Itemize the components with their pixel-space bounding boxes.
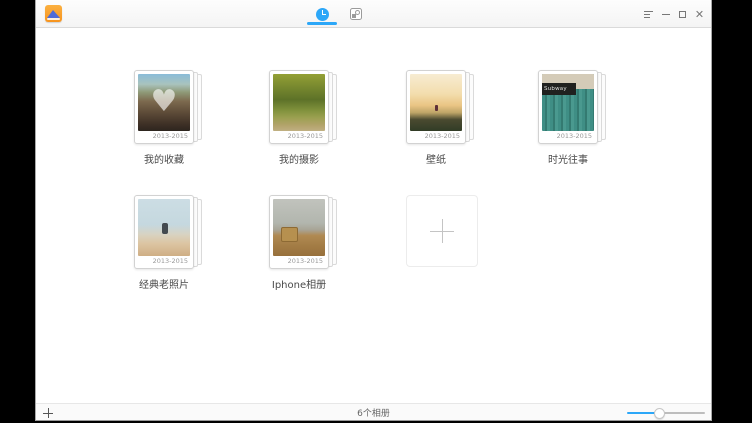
menu-button[interactable] (640, 2, 657, 26)
album-name: Iphone相册 (272, 276, 326, 291)
active-tab-underline (307, 22, 337, 25)
album-card[interactable]: 2013-2015 壁纸 (406, 70, 466, 168)
album-cover-photo (273, 199, 325, 256)
album-name: 我的收藏 (144, 151, 184, 166)
album-date-range: 2013-2015 (425, 132, 460, 140)
icon-strip (47, 18, 60, 20)
app-window: ✕ ♥ 2013-2015 我的收藏 2013-2015 我的摄影 (35, 0, 712, 421)
album-date-range: 2013-2015 (557, 132, 592, 140)
album-count-text: 6个相册 (36, 404, 711, 421)
app-logo-icon (45, 5, 62, 22)
close-button[interactable]: ✕ (691, 2, 708, 26)
album-cover: Subway 2013-2015 (538, 70, 598, 144)
album-cover-photo (273, 74, 325, 131)
add-album-tile[interactable] (406, 195, 478, 267)
album-date-range: 2013-2015 (288, 257, 323, 265)
album-cover: 2013-2015 (269, 70, 329, 144)
minimize-button[interactable] (657, 2, 674, 26)
album-date-range: 2013-2015 (153, 257, 188, 265)
title-bar[interactable]: ✕ (36, 0, 711, 28)
album-name: 时光往事 (548, 151, 588, 166)
heart-overlay-icon: ♥ (151, 86, 178, 116)
album-card[interactable]: 2013-2015 Iphone相册 (269, 195, 329, 293)
album-date-range: 2013-2015 (153, 132, 188, 140)
album-card[interactable]: 2013-2015 经典老照片 (134, 195, 194, 293)
status-bar: 6个相册 (36, 403, 711, 420)
maximize-icon (679, 11, 686, 18)
tab-timeline[interactable] (305, 0, 339, 28)
album-cover-photo (138, 199, 190, 256)
album-cover: 2013-2015 (269, 195, 329, 269)
album-card[interactable]: Subway 2013-2015 时光往事 (538, 70, 598, 168)
maximize-button[interactable] (674, 2, 691, 26)
tab-album[interactable] (339, 0, 373, 28)
slider-thumb[interactable] (654, 408, 665, 419)
album-card[interactable]: 2013-2015 我的摄影 (269, 70, 329, 168)
thumbnail-size-slider[interactable] (627, 404, 705, 421)
menu-icon (644, 11, 653, 18)
album-name: 壁纸 (426, 151, 446, 166)
minimize-icon (662, 14, 670, 15)
view-tabs (305, 0, 373, 28)
album-date-range: 2013-2015 (288, 132, 323, 140)
album-cover-photo: Subway (542, 74, 594, 131)
window-controls: ✕ (640, 0, 708, 28)
close-icon: ✕ (695, 9, 704, 20)
album-cover: ♥ 2013-2015 (134, 70, 194, 144)
slider-track-rest (660, 412, 705, 414)
album-grid: ♥ 2013-2015 我的收藏 2013-2015 我的摄影 2013-201… (36, 28, 711, 403)
album-cover-photo (410, 74, 462, 131)
album-cover-photo: ♥ (138, 74, 190, 131)
album-view-icon (350, 8, 362, 20)
album-card[interactable]: ♥ 2013-2015 我的收藏 (134, 70, 194, 168)
album-name: 我的摄影 (279, 151, 319, 166)
album-name: 经典老照片 (139, 276, 189, 291)
album-cover: 2013-2015 (134, 195, 194, 269)
subway-sign: Subway (542, 83, 576, 95)
album-cover: 2013-2015 (406, 70, 466, 144)
clock-icon (316, 8, 329, 21)
mountain-glyph (47, 10, 60, 18)
